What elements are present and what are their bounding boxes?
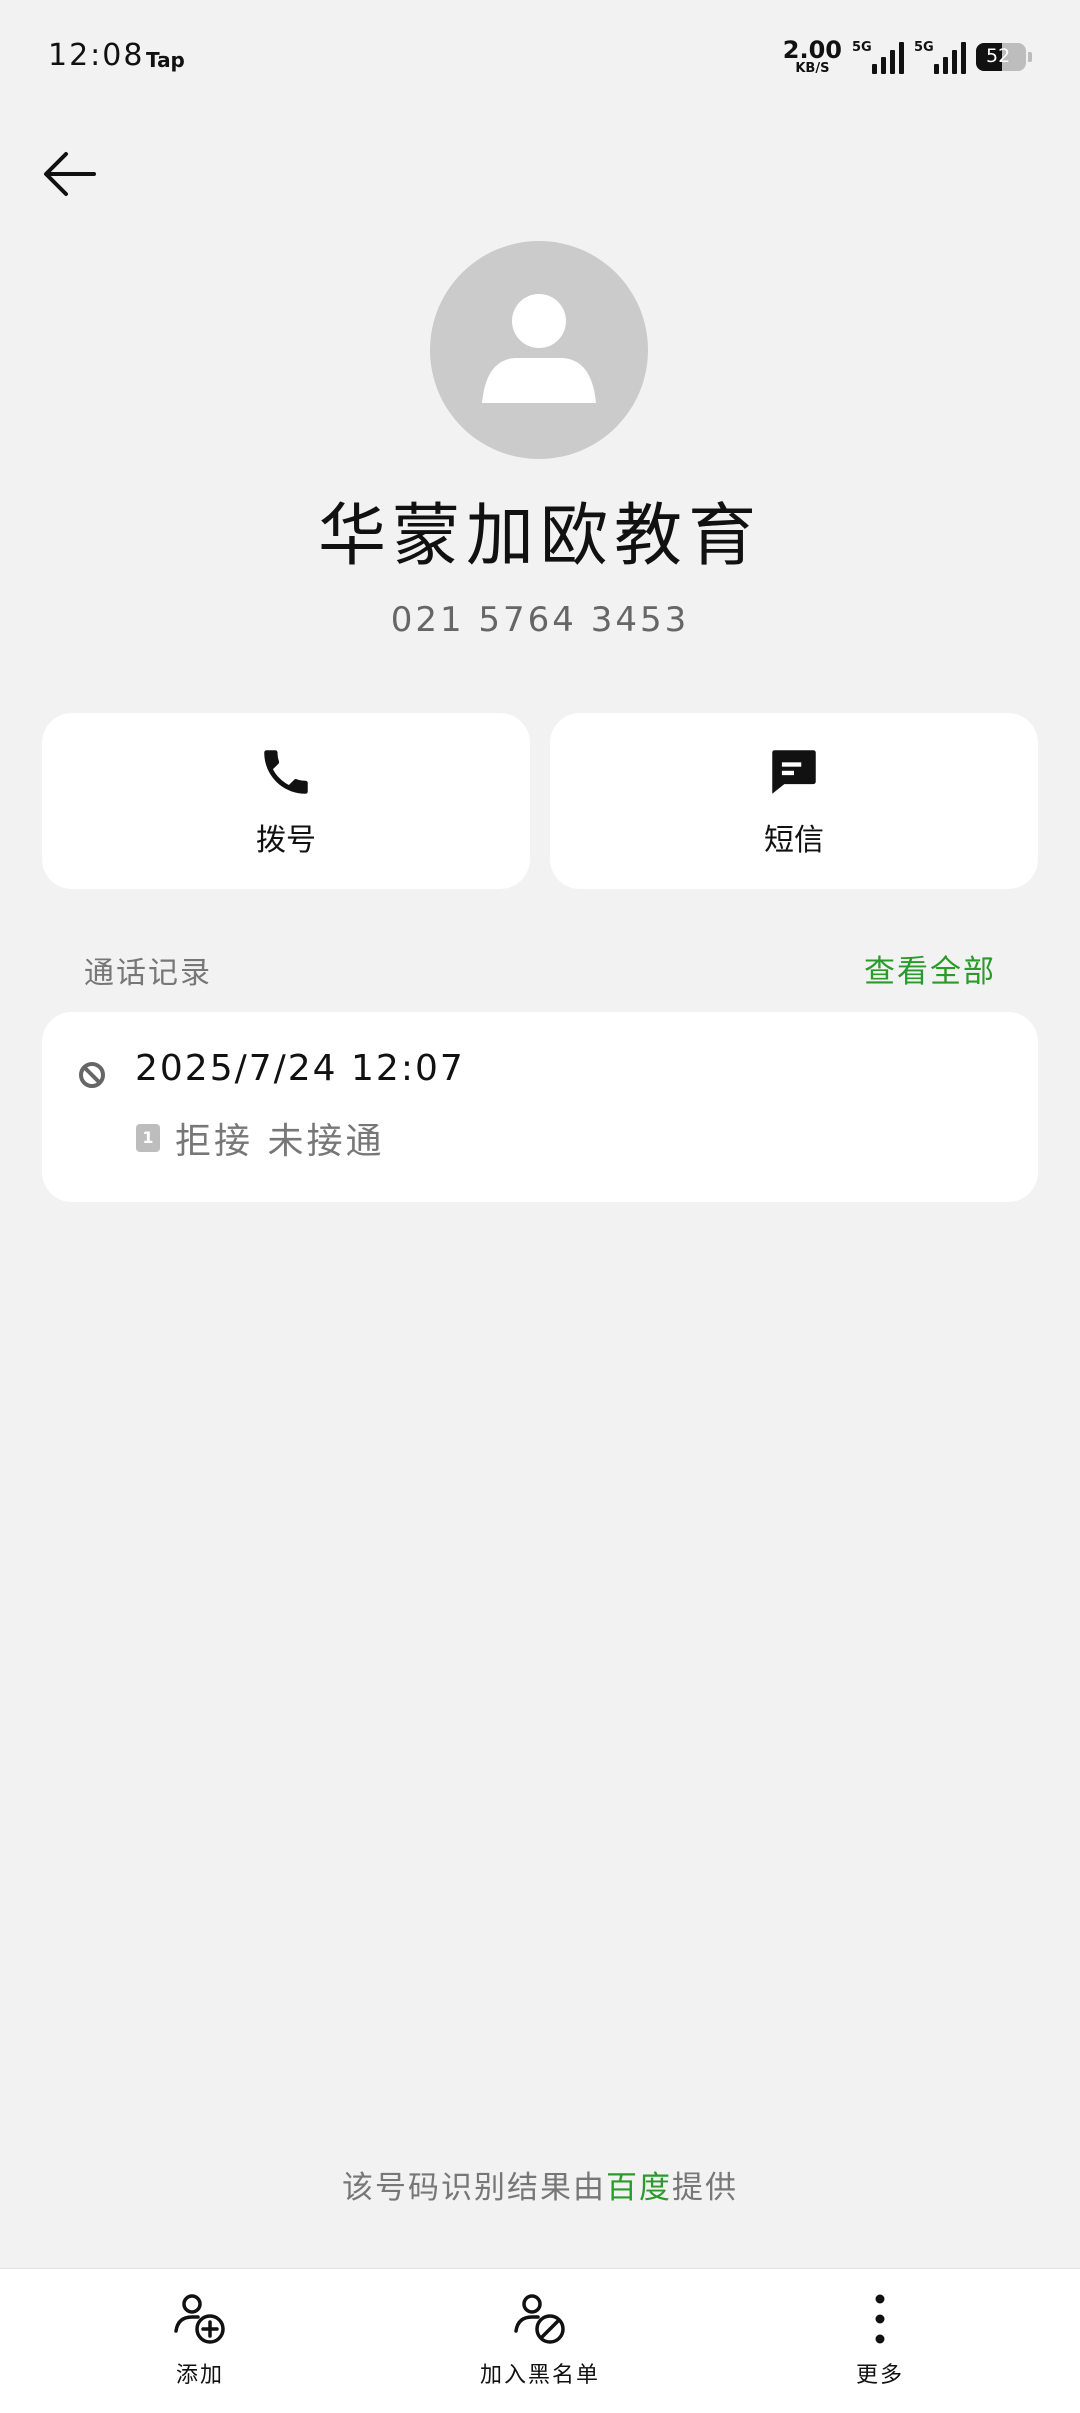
view-all-link[interactable]: 查看全部 — [864, 946, 996, 991]
phone-icon — [264, 750, 308, 794]
contact-name: 华蒙加欧教育 — [317, 497, 762, 576]
block-contact-button[interactable]: 加入黑名单 — [460, 2289, 620, 2389]
network-speed-unit: KB/S — [795, 61, 830, 76]
add-label: 添加 — [175, 2363, 224, 2388]
message-icon — [772, 750, 816, 794]
sim-card-icon: 1 — [136, 1124, 160, 1152]
blocked-icon — [77, 1060, 107, 1094]
call-datetime: 2025/7/24 12:07 — [135, 1048, 465, 1089]
block-person-icon — [514, 2294, 565, 2344]
signal-icon-1: 5G — [852, 40, 904, 74]
person-icon — [482, 294, 596, 403]
more-label: 更多 — [855, 2363, 904, 2388]
call-label: 拨号 — [256, 823, 316, 858]
provider-name[interactable]: 百度 — [606, 2170, 672, 2206]
more-button[interactable]: 更多 — [830, 2289, 930, 2389]
back-button[interactable] — [38, 140, 108, 210]
network-speed-value: 2.00 — [782, 36, 842, 64]
add-person-icon — [174, 2294, 225, 2344]
call-status: 拒接 未接通 — [175, 1121, 385, 1162]
call-log-item[interactable] — [42, 1012, 1038, 1202]
avatar — [430, 241, 648, 459]
signal-1-label: 5G — [852, 39, 872, 55]
battery-icon: 52 — [976, 42, 1026, 71]
call-button[interactable]: 拨号 — [42, 713, 530, 889]
signal-2-label: 5G — [914, 39, 934, 55]
network-speed: 2.00 KB/S — [783, 38, 842, 75]
contact-number: 021 5764 3453 — [390, 600, 690, 640]
status-time: 12:08 — [48, 38, 145, 73]
block-label: 加入黑名单 — [479, 2363, 600, 2388]
bottom-action-bar: 添加 加入黑名单 更多 — [0, 2268, 1080, 2413]
add-contact-button[interactable]: 添加 — [150, 2289, 250, 2389]
signal-icon-2: 5G — [914, 40, 966, 74]
more-vertical-icon — [875, 2294, 885, 2344]
status-app-label: Tap — [146, 48, 185, 72]
message-label: 短信 — [764, 823, 824, 858]
provider-suffix: 提供 — [672, 2170, 738, 2206]
message-button[interactable]: 短信 — [550, 713, 1038, 889]
call-log-title: 通话记录 — [84, 956, 212, 991]
provider-prefix: 该号码识别结果由 — [342, 2170, 606, 2206]
arrow-left-icon — [44, 152, 96, 196]
status-indicators: 2.00 KB/S 5G 5G 52 — [783, 38, 1032, 75]
battery-level: 52 — [986, 44, 1011, 67]
battery-tip — [1028, 51, 1032, 62]
provider-note: 该号码识别结果由百度提供 — [0, 2162, 1080, 2207]
